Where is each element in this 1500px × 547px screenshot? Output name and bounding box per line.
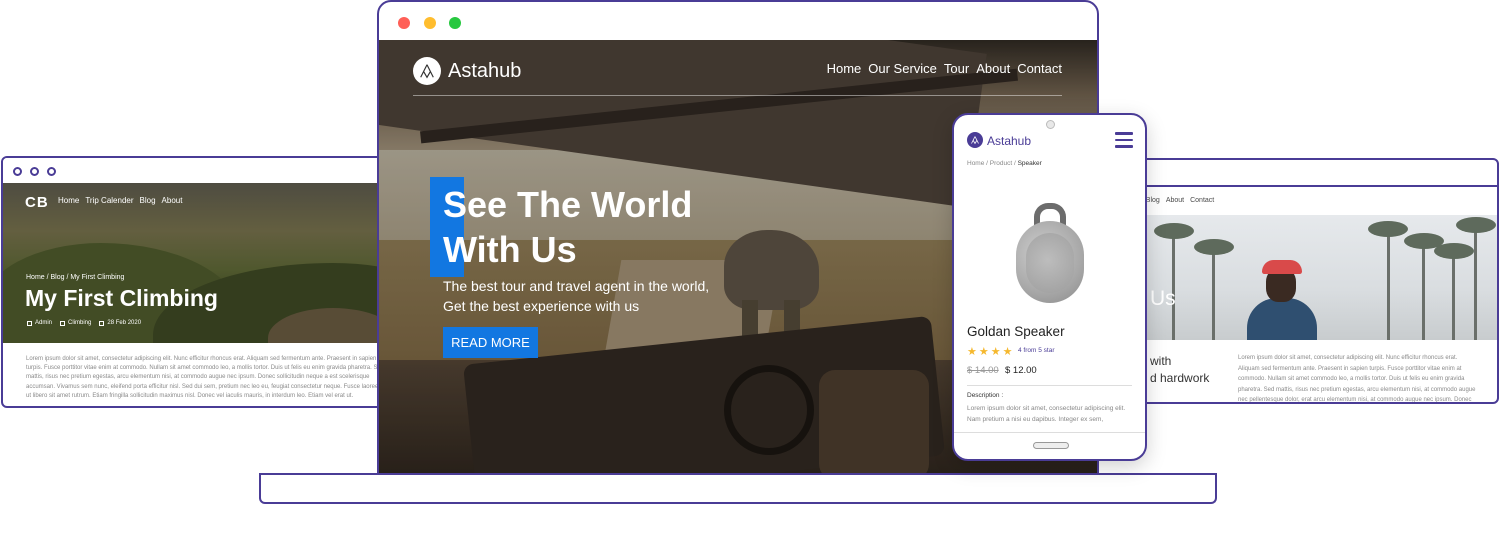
current-price: $ 12.00 — [1005, 365, 1037, 376]
star-icon: ★ — [967, 346, 977, 358]
left-site-nav: Home Trip Calender Blog About — [58, 196, 182, 205]
nav-item-home[interactable]: Home — [827, 61, 862, 76]
old-price: $ 14.00 — [967, 365, 999, 376]
description-text: Lorem ipsum dolor sit amet, consectetur … — [967, 405, 1126, 423]
star-icon: ★ — [990, 346, 1001, 358]
star-icon: ★ — [1002, 346, 1013, 358]
user-icon — [27, 320, 32, 326]
nav-divider — [413, 95, 1062, 96]
window-dot — [13, 167, 22, 176]
right-browser-window: op Blog About Contact Us with d hardwork… — [1100, 158, 1499, 404]
hero-subtitle: The best tour and travel agent in the wo… — [443, 276, 709, 316]
window-dot — [30, 167, 39, 176]
page-title: My First Climbing — [25, 285, 218, 311]
rating-stars: ★ ★ ★ ★ — [967, 345, 1013, 358]
laptop-base — [259, 473, 1217, 504]
calendar-icon — [99, 320, 105, 326]
phone-mockup: Astahub Home / Product / Speaker Goldan … — [952, 113, 1147, 461]
nav-item-tour[interactable]: Tour — [944, 61, 969, 76]
right-tagline: with d hardwork — [1150, 353, 1209, 387]
window-dot — [47, 167, 56, 176]
right-tagline-line2: d hardwork — [1150, 371, 1210, 385]
breadcrumb-product[interactable]: Product — [990, 160, 1012, 167]
phone-brand-name[interactable]: Astahub — [987, 134, 1031, 148]
left-nav-item-trip-calender[interactable]: Trip Calender — [85, 196, 133, 205]
folder-icon — [60, 320, 66, 326]
astahub-logo-icon[interactable] — [967, 132, 983, 148]
right-nav-item-about[interactable]: About — [1166, 197, 1184, 204]
left-browser-window: CB Home Trip Calender Blog About Home / … — [1, 156, 401, 408]
minimize-dot[interactable] — [424, 17, 436, 29]
close-dot[interactable] — [398, 17, 410, 29]
post-meta: Admin Climbing 28 Feb 2020 — [27, 320, 141, 326]
laptop-titlebar — [379, 2, 1097, 40]
left-nav-item-blog[interactable]: Blog — [140, 196, 156, 205]
hero-title-line1: See The World — [443, 184, 693, 225]
rating-text: 4 from 5 star — [1018, 347, 1055, 354]
left-nav-item-about[interactable]: About — [162, 196, 183, 205]
divider — [967, 385, 1132, 386]
star-icon: ★ — [978, 346, 989, 358]
right-hero-image — [1102, 215, 1497, 340]
hero-title-line2: With Us — [443, 229, 577, 270]
hero-subtitle-line1: The best tour and travel agent in the wo… — [443, 278, 710, 294]
phone-camera — [1046, 120, 1055, 129]
hamburger-menu-icon[interactable] — [1115, 132, 1133, 148]
nav-item-our-service[interactable]: Our Service — [868, 61, 937, 76]
maximize-dot[interactable] — [449, 17, 461, 29]
right-tagline-line1: with — [1150, 354, 1172, 368]
astahub-logo-icon[interactable] — [413, 57, 441, 85]
post-category[interactable]: Climbing — [68, 320, 91, 326]
product-title: Goldan Speaker — [967, 324, 1065, 339]
laptop-base-edge — [259, 473, 1217, 475]
nav-item-about[interactable]: About — [976, 61, 1010, 76]
post-date: 28 Feb 2020 — [107, 320, 142, 326]
read-more-button[interactable]: READ MORE — [443, 327, 538, 358]
right-hero-title: Us — [1150, 287, 1176, 310]
right-nav-item-contact[interactable]: Contact — [1190, 197, 1214, 204]
hero-subtitle-line2: Get the best experience with us — [443, 298, 640, 314]
description-heading: Description : — [967, 392, 1004, 399]
left-site-logo[interactable]: CB — [25, 194, 49, 211]
breadcrumb-current: Speaker — [1017, 160, 1042, 167]
nav-item-contact[interactable]: Contact — [1017, 61, 1062, 76]
main-nav: Home Our Service Tour About Contact — [827, 61, 1062, 76]
post-author: Admin — [35, 320, 53, 326]
breadcrumb: Home / Product / Speaker — [967, 160, 1042, 167]
right-body-text: Lorem ipsum dolor sit amet, consectetur … — [1238, 355, 1476, 403]
breadcrumb: Home / Blog / My First Climbing — [26, 274, 125, 281]
home-indicator[interactable] — [1033, 442, 1069, 449]
right-nav-item-blog[interactable]: Blog — [1146, 197, 1160, 204]
brand-name[interactable]: Astahub — [448, 60, 521, 83]
post-body-text: Lorem ipsum dolor sit amet, consectetur … — [26, 356, 385, 399]
left-hero-image: CB Home Trip Calender Blog About Home / … — [3, 183, 399, 343]
left-nav-item-home[interactable]: Home — [58, 196, 79, 205]
left-window-titlebar — [3, 158, 399, 183]
breadcrumb-home[interactable]: Home — [967, 160, 984, 167]
product-image — [1016, 203, 1084, 303]
hero-title: See The World With Us — [443, 182, 692, 272]
phone-bottom-rule — [954, 432, 1145, 433]
